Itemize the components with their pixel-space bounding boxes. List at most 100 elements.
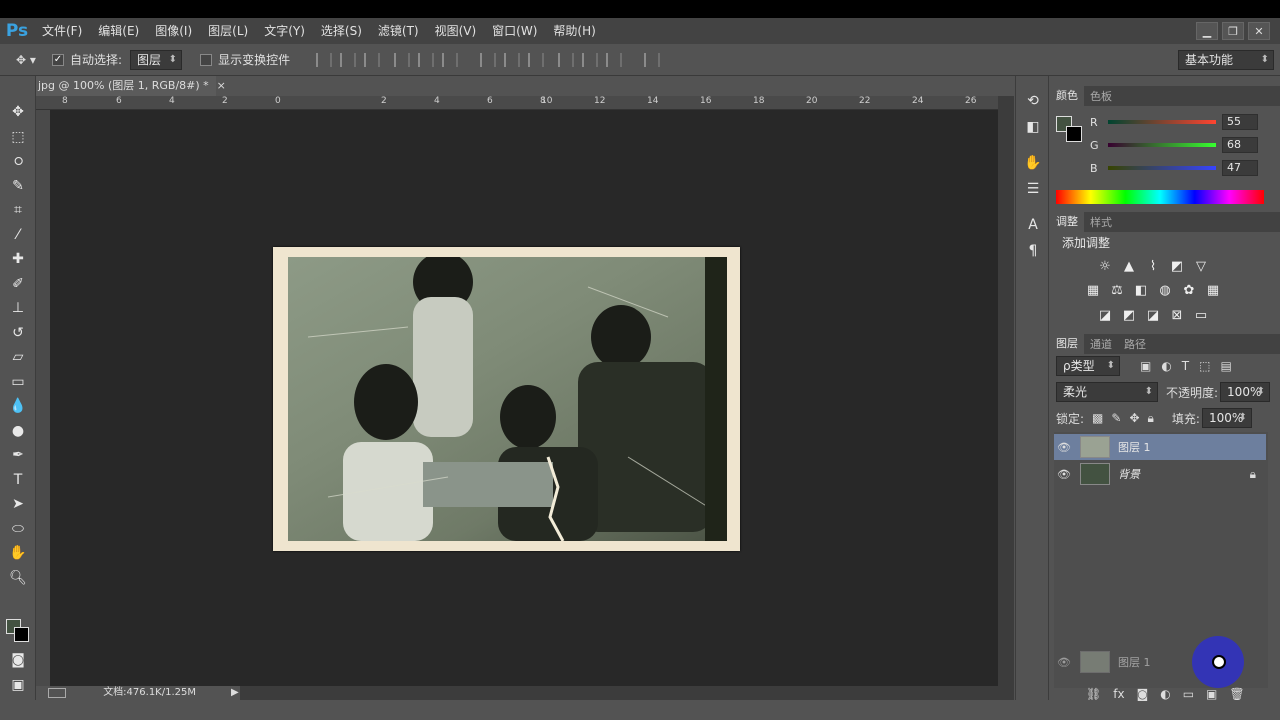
tab-paths[interactable]: 路径	[1118, 336, 1152, 352]
pen-icon[interactable]: ✒	[0, 443, 36, 468]
black-white-icon[interactable]: ◧	[1132, 282, 1150, 298]
posterize-icon[interactable]: ◩	[1120, 307, 1138, 323]
new-layer-icon[interactable]: ▣	[1206, 687, 1217, 701]
auto-align-icon[interactable]	[644, 52, 661, 67]
tab-styles[interactable]: 样式	[1084, 214, 1118, 230]
layer-filter-dropdown[interactable]: ρ类型	[1056, 356, 1120, 376]
character-panel-icon[interactable]: A	[1016, 212, 1050, 238]
menu-filter[interactable]: 滤镜(T)	[370, 18, 427, 44]
align-right-icon[interactable]	[442, 52, 459, 67]
workspace-dropdown[interactable]: 基本功能	[1178, 50, 1274, 70]
r-value[interactable]: 55	[1222, 114, 1258, 130]
distribute-top-icon[interactable]	[480, 52, 497, 67]
menu-layer[interactable]: 图层(L)	[200, 18, 256, 44]
auto-select-checkbox[interactable]: ✓	[52, 53, 64, 66]
minimize-icon[interactable]: ▁	[1196, 22, 1218, 40]
tab-adjustments[interactable]: 调整	[1050, 212, 1084, 232]
move-tool-preset-icon[interactable]: ✥ ▾	[16, 48, 52, 72]
layer-name[interactable]: 背景	[1118, 466, 1140, 482]
layer-name[interactable]: 图层 1	[1118, 439, 1151, 455]
layer-filter-icons[interactable]: ▣◐T⬚▤	[1140, 359, 1242, 373]
color-spectrum[interactable]	[1056, 190, 1264, 204]
threshold-icon[interactable]: ◪	[1144, 307, 1162, 323]
new-group-icon[interactable]: ▭	[1183, 687, 1194, 701]
visibility-eye-icon[interactable]: 👁︎	[1054, 468, 1074, 481]
auto-select-dropdown[interactable]: 图层	[130, 49, 183, 70]
exposure-icon[interactable]: ◩	[1168, 258, 1186, 274]
distribute-left-icon[interactable]	[558, 52, 575, 67]
photo-layer[interactable]	[273, 247, 740, 551]
stamp-icon[interactable]: ⊥	[0, 296, 36, 321]
add-mask-icon[interactable]: ◙	[1137, 687, 1149, 701]
distribute-bottom-icon[interactable]	[528, 52, 545, 67]
fx-icon[interactable]: fx	[1113, 687, 1124, 701]
history-brush-icon[interactable]: ↺	[0, 321, 36, 346]
screen-mode-icon[interactable]: ▣	[0, 673, 36, 698]
horizontal-scrollbar[interactable]	[240, 686, 998, 700]
b-slider[interactable]	[1108, 166, 1216, 170]
path-select-icon[interactable]: ➤	[0, 492, 36, 517]
curves-icon[interactable]: ⌇	[1144, 258, 1162, 274]
properties-panel-icon[interactable]: ◧	[1016, 114, 1050, 140]
restore-icon[interactable]: ❐	[1222, 22, 1244, 40]
menu-type[interactable]: 文字(Y)	[256, 18, 313, 44]
tab-color[interactable]: 颜色	[1050, 86, 1084, 106]
delete-layer-icon[interactable]: 🗑︎	[1229, 687, 1244, 701]
new-adjustment-icon[interactable]: ◐	[1160, 687, 1170, 701]
opacity-input[interactable]: 100%	[1220, 382, 1271, 402]
menu-select[interactable]: 选择(S)	[313, 18, 370, 44]
visibility-eye-icon[interactable]: 👁︎	[1054, 441, 1074, 454]
selective-color-icon[interactable]: ⊠	[1168, 307, 1186, 323]
quick-select-icon[interactable]: ✎	[0, 174, 36, 199]
menu-view[interactable]: 视图(V)	[427, 18, 485, 44]
eyedropper-icon[interactable]: ⁄	[0, 223, 36, 248]
menu-edit[interactable]: 编辑(E)	[90, 18, 147, 44]
lasso-tool-icon[interactable]: ഠ	[0, 149, 36, 174]
align-left-icon[interactable]	[394, 52, 411, 67]
tab-swatches[interactable]: 色板	[1084, 88, 1118, 104]
vibrance-icon[interactable]: ▽	[1192, 258, 1210, 274]
layer-row-background[interactable]: 👁︎ 背景 🔒︎	[1054, 461, 1266, 487]
align-top-icon[interactable]	[316, 52, 333, 67]
g-value[interactable]: 68	[1222, 137, 1258, 153]
distribute-vcenter-icon[interactable]	[504, 52, 521, 67]
horizontal-ruler[interactable]: 8 6 4 2 0 2 4 6 8 10 12 14 16 18 20 22 2…	[36, 96, 998, 110]
paragraph-panel-icon[interactable]: ¶	[1016, 238, 1050, 264]
align-hcenter-icon[interactable]	[418, 52, 435, 67]
menu-file[interactable]: 文件(F)	[34, 18, 90, 44]
marquee-tool-icon[interactable]: ⬚	[0, 125, 36, 150]
menu-help[interactable]: 帮助(H)	[545, 18, 603, 44]
close-icon[interactable]: ✕	[1248, 22, 1270, 40]
align-vcenter-icon[interactable]	[340, 52, 357, 67]
zoom-icon[interactable]: 🔍︎	[0, 566, 36, 591]
color-bg-swatch[interactable]	[1066, 126, 1082, 142]
healing-brush-icon[interactable]: ✚	[0, 247, 36, 272]
distribute-hcenter-icon[interactable]	[582, 52, 599, 67]
layer-row-layer1[interactable]: 👁︎ 图层 1	[1054, 434, 1266, 460]
brightness-icon[interactable]: ☼	[1096, 258, 1114, 274]
eraser-icon[interactable]: ▱	[0, 345, 36, 370]
menu-image[interactable]: 图像(I)	[147, 18, 200, 44]
gradient-icon[interactable]: ▭	[0, 370, 36, 395]
tab-layers[interactable]: 图层	[1050, 334, 1084, 354]
lock-icons[interactable]: ▩✎✥🔒︎	[1092, 411, 1162, 426]
hand-icon[interactable]: ✋	[0, 541, 36, 566]
close-doc-icon[interactable]: ×	[217, 79, 226, 92]
invert-icon[interactable]: ◪	[1096, 307, 1114, 323]
show-transform-checkbox[interactable]	[200, 53, 213, 66]
dodge-icon[interactable]: ●	[0, 419, 36, 444]
hue-saturation-icon[interactable]: ▦	[1084, 282, 1102, 298]
distribute-right-icon[interactable]	[606, 52, 623, 67]
align-bottom-icon[interactable]	[364, 52, 381, 67]
blur-icon[interactable]: 💧	[0, 394, 36, 419]
photo-filter-icon[interactable]: ◍	[1156, 282, 1174, 298]
gradient-map-icon[interactable]: ▭	[1192, 307, 1210, 323]
brush-panel-icon[interactable]: ✋	[1016, 150, 1050, 176]
crop-icon[interactable]: ⌗	[0, 198, 36, 223]
history-panel-icon[interactable]: ⟲	[1016, 88, 1050, 114]
b-value[interactable]: 47	[1222, 160, 1258, 176]
brush-icon[interactable]: ✐	[0, 272, 36, 297]
ellipse-icon[interactable]: ⬭	[0, 517, 36, 542]
document-tab[interactable]: jpg @ 100% (图层 1, RGB/8#) * ×	[36, 76, 226, 96]
r-slider[interactable]	[1108, 120, 1216, 124]
